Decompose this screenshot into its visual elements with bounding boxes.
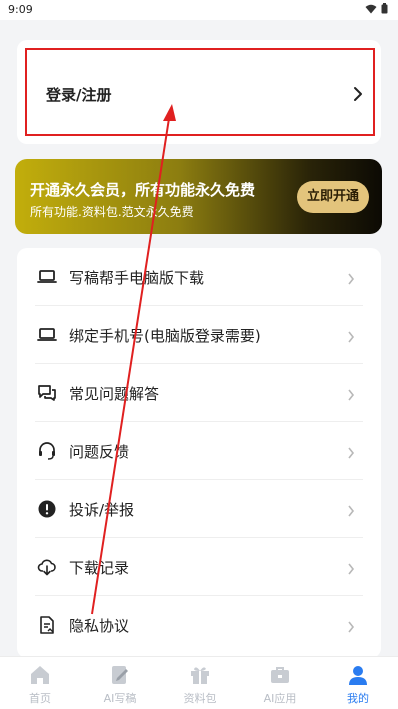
vip-subtitle: 所有功能.资料包.范文永久免费 [30, 205, 194, 219]
chevron-right-icon [347, 502, 355, 521]
pen-icon [108, 663, 132, 687]
alert-icon [37, 499, 57, 519]
menu-item-label: 投诉/举报 [69, 501, 135, 519]
cloud-download-icon [37, 557, 57, 577]
status-bar: 9:09 [0, 0, 398, 20]
menu-item-faq[interactable]: 常见问题解答 [17, 364, 381, 422]
menu-item-privacy-policy[interactable]: 隐私协议 [17, 596, 381, 654]
chevron-right-icon [347, 270, 355, 289]
menu-item-label: 下载记录 [69, 559, 130, 577]
tab-label: AI写稿 [103, 692, 137, 705]
chat-bubbles-icon [37, 383, 57, 403]
menu-item-label: 绑定手机号(电脑版登录需要) [69, 327, 261, 345]
menu-item-desktop-download[interactable]: 写稿帮手电脑版下载 [17, 248, 381, 306]
chevron-right-icon [347, 560, 355, 579]
menu-item-label: 常见问题解答 [69, 385, 160, 403]
chevron-right-icon [347, 386, 355, 405]
vip-open-button[interactable]: 立即开通 [297, 181, 369, 213]
bottom-tab-bar: 首页 AI写稿 资料包 AI应用 我的 [0, 656, 398, 709]
user-icon [346, 663, 370, 687]
tab-label: AI应用 [263, 692, 297, 705]
menu-item-bind-phone[interactable]: 绑定手机号(电脑版登录需要) [17, 306, 381, 364]
tab-ai-writing[interactable]: AI写稿 [80, 657, 160, 709]
status-time: 9:09 [8, 3, 33, 16]
menu-item-feedback[interactable]: 问题反馈 [17, 422, 381, 480]
chevron-right-icon [353, 86, 363, 106]
tab-ai-apps[interactable]: AI应用 [240, 657, 320, 709]
tab-mine[interactable]: 我的 [318, 657, 398, 709]
vip-title: 开通永久会员，所有功能永久免费 [30, 181, 256, 199]
menu-item-download-history[interactable]: 下载记录 [17, 538, 381, 596]
menu-item-label: 问题反馈 [69, 443, 130, 461]
wifi-icon [365, 4, 377, 14]
chevron-right-icon [347, 444, 355, 463]
chevron-right-icon [347, 328, 355, 347]
status-icons [365, 3, 388, 14]
headset-icon [37, 441, 57, 461]
login-register-label[interactable]: 登录/注册 [46, 84, 111, 105]
laptop-icon [37, 267, 57, 287]
tab-resource-pack[interactable]: 资料包 [160, 657, 240, 709]
home-icon [28, 663, 52, 687]
tab-label: 首页 [29, 692, 51, 705]
menu-item-label: 写稿帮手电脑版下载 [69, 269, 205, 287]
battery-icon [381, 3, 388, 14]
laptop-icon [37, 325, 57, 345]
gift-icon [188, 663, 212, 687]
briefcase-icon [268, 663, 292, 687]
menu-item-complaint[interactable]: 投诉/举报 [17, 480, 381, 538]
menu-item-label: 隐私协议 [69, 617, 130, 635]
chevron-right-icon [347, 618, 355, 637]
tab-label: 资料包 [183, 692, 217, 705]
tab-label: 我的 [347, 692, 369, 705]
tab-home[interactable]: 首页 [0, 657, 80, 709]
document-icon [37, 615, 57, 635]
